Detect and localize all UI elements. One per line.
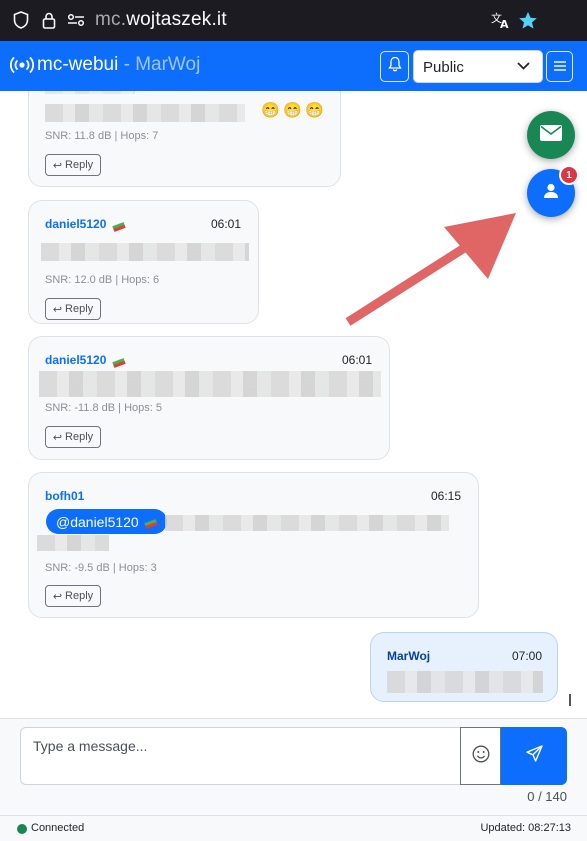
message-meta: SNR: -9.5 dB | Hops: 3 — [45, 562, 157, 574]
character-counter: 0 / 140 — [527, 789, 567, 804]
shield-icon[interactable] — [11, 10, 31, 30]
url-bar[interactable]: mc.wojtaszek.it — [95, 9, 227, 31]
reply-icon: ↩ — [52, 590, 63, 603]
reply-button[interactable]: ↩ Reply — [45, 154, 101, 176]
app-brand[interactable]: mc-webui - MarWoj — [37, 54, 200, 76]
lock-icon[interactable] — [39, 10, 59, 30]
messages-fab-button[interactable] — [527, 111, 575, 159]
reply-icon: ↩ — [52, 159, 63, 172]
person-icon — [543, 183, 559, 204]
mention-text: @daniel5120 — [56, 513, 139, 530]
blurred-message-text — [165, 515, 449, 531]
mention-badge[interactable]: @daniel5120 — [46, 509, 167, 534]
message-card: daniel5120 06:01 SNR: -11.8 dB | Hops: 5… — [28, 336, 390, 460]
menu-button[interactable] — [546, 51, 573, 82]
message-meta: SNR: -11.8 dB | Hops: 5 — [45, 402, 162, 414]
message-card: bofh01 06:15 @daniel5120 SNR: -9.5 dB | … — [28, 472, 479, 618]
brand-title: mc-webui — [37, 54, 119, 75]
reply-button[interactable]: ↩ Reply — [45, 426, 101, 448]
send-button[interactable] — [501, 727, 567, 785]
reply-button[interactable]: ↩ Reply — [45, 298, 101, 320]
url-prefix: mc. — [95, 9, 127, 30]
channel-select[interactable]: Public — [413, 50, 543, 83]
connection-status-icon — [17, 824, 27, 834]
message-sender: MarWoj — [387, 649, 431, 663]
message-card: daniel5120 06:01 SNR: 12.0 dB | Hops: 6 … — [28, 200, 259, 324]
message-card: 😁 😁 😁 SNR: 11.8 dB | Hops: 7 ↩ Reply — [28, 91, 341, 187]
flag-icon — [144, 514, 158, 530]
reply-label: Reply — [65, 431, 94, 443]
send-icon — [525, 745, 543, 767]
browser-toolbar: mc.wojtaszek.it 文A — [0, 0, 587, 41]
translate-icon[interactable]: 文A — [491, 10, 511, 30]
grin-emoji-icon: 😁 — [283, 102, 302, 119]
reply-button[interactable]: ↩ Reply — [45, 585, 101, 607]
message-meta: SNR: 11.8 dB | Hops: 7 — [45, 130, 159, 142]
channel-select-value: Public — [423, 59, 464, 76]
scrollbar-thumb[interactable] — [569, 694, 571, 706]
permissions-icon[interactable] — [66, 10, 86, 30]
broadcast-icon — [10, 56, 34, 79]
blurred-sender — [45, 91, 135, 94]
message-sender[interactable]: daniel5120 — [45, 353, 106, 367]
blurred-message-text — [45, 104, 245, 122]
brand-device-name: - MarWoj — [123, 54, 201, 75]
notification-count-badge: 1 — [559, 165, 579, 185]
smiley-icon — [472, 745, 490, 768]
reply-label: Reply — [65, 303, 94, 315]
connection-status: Connected — [31, 822, 85, 834]
message-sender[interactable]: bofh01 — [45, 489, 84, 503]
own-message-card: MarWoj 07:00 — [370, 632, 558, 702]
envelope-icon — [540, 124, 562, 146]
annotation-arrow — [345, 213, 516, 326]
reply-label: Reply — [65, 159, 94, 171]
chevron-down-icon — [517, 62, 530, 70]
last-updated: Updated: 08:27:13 — [480, 822, 571, 834]
message-input[interactable] — [20, 727, 461, 785]
grin-emoji-icon: 😁 — [305, 102, 324, 119]
blurred-message-text — [41, 243, 249, 261]
blurred-message-text — [39, 371, 381, 397]
message-time: 06:01 — [210, 217, 241, 231]
reply-label: Reply — [65, 590, 94, 602]
grin-emoji-icon: 😁 — [261, 102, 280, 119]
flag-icon — [112, 353, 126, 371]
message-time: 06:01 — [341, 353, 372, 367]
notifications-button[interactable] — [380, 51, 409, 82]
status-bar: Connected Updated: 08:27:13 — [0, 815, 587, 841]
message-time: 06:15 — [430, 489, 461, 503]
reply-icon: ↩ — [52, 303, 63, 316]
flag-icon — [112, 217, 126, 235]
url-domain: wojtaszek.it — [126, 9, 227, 30]
hamburger-icon — [553, 58, 566, 76]
blurred-message-text — [37, 535, 109, 551]
message-time: 07:00 — [511, 649, 542, 663]
emoji-picker-button[interactable] — [460, 727, 501, 785]
svg-text:A: A — [500, 18, 509, 29]
blurred-message-text — [387, 671, 543, 693]
bookmark-star-icon[interactable] — [518, 10, 538, 30]
message-meta: SNR: 12.0 dB | Hops: 6 — [45, 274, 160, 286]
reply-icon: ↩ — [52, 431, 63, 444]
message-sender[interactable]: daniel5120 — [45, 217, 106, 231]
bell-icon — [387, 56, 402, 77]
message-list[interactable]: 😁 😁 😁 SNR: 11.8 dB | Hops: 7 ↩ Reply dani… — [0, 91, 587, 718]
